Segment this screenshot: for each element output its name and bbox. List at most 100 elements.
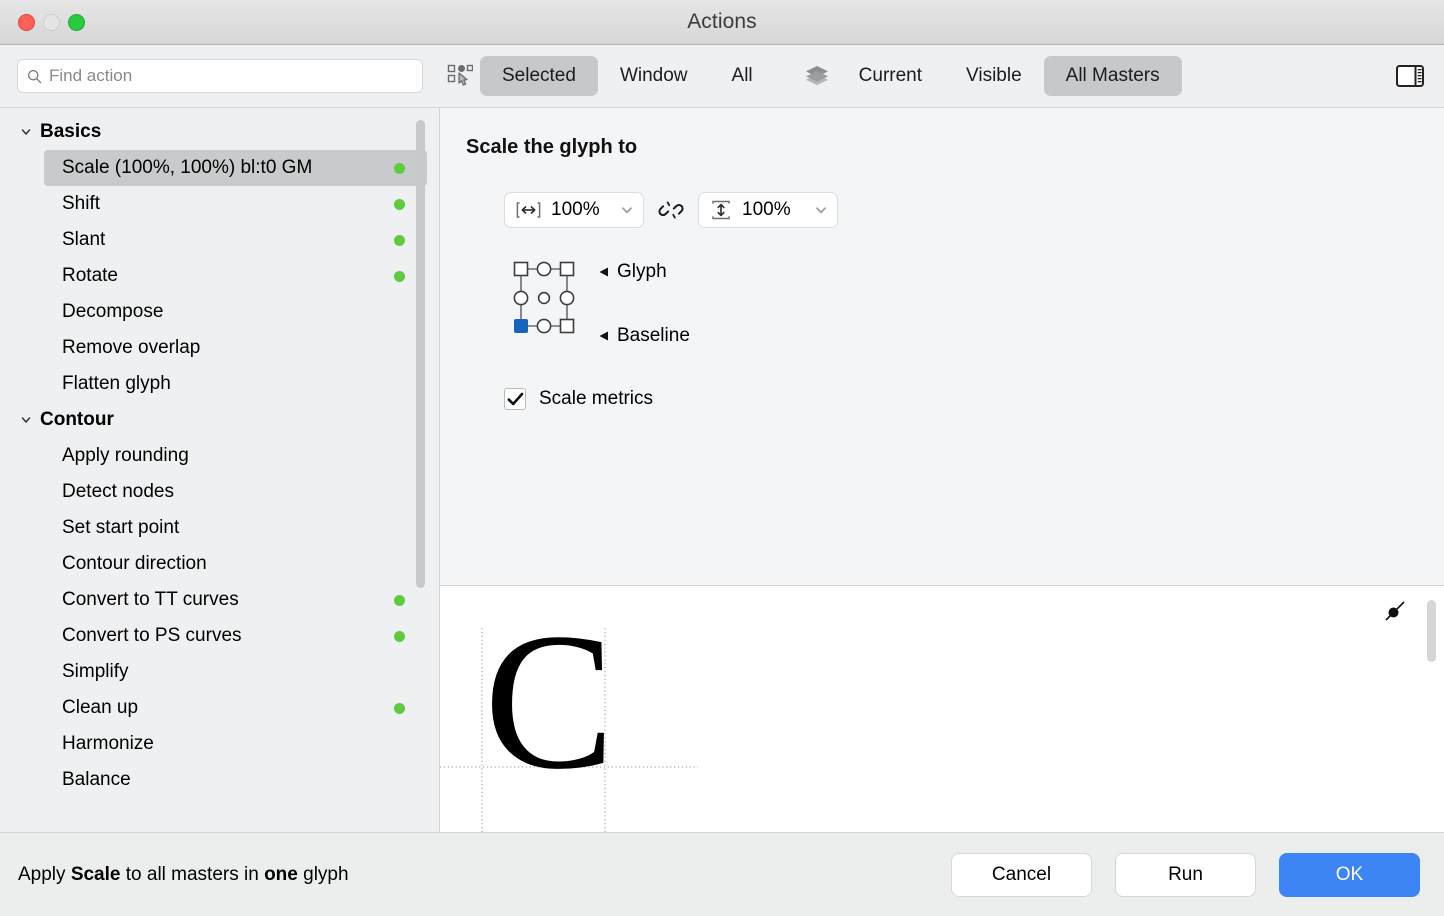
scale-metrics-checkbox[interactable] <box>504 388 526 410</box>
ok-button[interactable]: OK <box>1279 852 1420 897</box>
preview-scrollbar[interactable] <box>1427 600 1436 662</box>
dialog-body: Basics Scale (100%, 100%) bl:t0 GM Shift… <box>0 108 1444 832</box>
action-label: Balance <box>62 769 131 790</box>
footer-count: one <box>264 863 298 885</box>
group-title: Contour <box>40 409 114 430</box>
segment-selected[interactable]: Selected <box>480 56 598 96</box>
layers-icon <box>797 64 837 88</box>
action-label: Convert to TT curves <box>62 589 239 610</box>
maximize-button[interactable] <box>68 13 85 31</box>
action-item-rotate[interactable]: Rotate <box>44 258 427 294</box>
action-label: Slant <box>62 229 106 250</box>
search-input[interactable] <box>49 66 413 86</box>
action-label: Remove overlap <box>62 337 201 358</box>
action-item-detect-nodes[interactable]: Detect nodes <box>44 474 427 510</box>
scale-metrics-row[interactable]: Scale metrics <box>504 388 1444 410</box>
detail-column: Scale the glyph to 100% 100% Glyph Basel… <box>440 108 1444 832</box>
search-box[interactable] <box>17 59 423 93</box>
action-item-set-start-point[interactable]: Set start point <box>44 510 427 546</box>
checkmark-icon <box>506 392 523 405</box>
segment-visible[interactable]: Visible <box>944 56 1044 96</box>
actions-list: Basics Scale (100%, 100%) bl:t0 GM Shift… <box>0 108 439 832</box>
traffic-light-group <box>0 13 85 31</box>
status-dot <box>394 594 405 606</box>
group-header-contour[interactable]: Contour <box>0 402 439 438</box>
scale-width-value: 100% <box>551 199 600 220</box>
action-label: Shift <box>62 193 101 214</box>
status-dot <box>394 702 405 714</box>
chevron-down-icon <box>20 414 32 426</box>
broken-link-icon[interactable] <box>658 198 684 222</box>
anchor-label-baseline: Baseline <box>598 325 690 347</box>
chevron-down-icon[interactable] <box>808 203 828 217</box>
segment-all-masters[interactable]: All Masters <box>1043 56 1182 96</box>
status-dot <box>394 162 405 174</box>
search-icon <box>27 69 42 84</box>
action-item-flatten-glyph[interactable]: Flatten glyph <box>44 366 427 402</box>
close-button[interactable] <box>18 13 35 31</box>
select-glyphs-icon <box>440 64 480 88</box>
group-header-basics[interactable]: Basics <box>0 114 439 150</box>
dialog-footer: Apply Scale to all masters in one glyph … <box>0 832 1444 916</box>
status-dot <box>394 234 405 246</box>
sidebar-scrollbar[interactable] <box>416 120 425 588</box>
action-item-remove-overlap[interactable]: Remove overlap <box>44 330 427 366</box>
left-triangle-icon <box>599 331 608 341</box>
masters-segmented-control: Current Visible All Masters <box>837 56 1182 96</box>
anchor-point-area: Glyph Baseline <box>504 256 844 356</box>
action-item-decompose[interactable]: Decompose <box>44 294 427 330</box>
action-item-scale[interactable]: Scale (100%, 100%) bl:t0 GM <box>44 150 427 186</box>
anchor-point-grid[interactable] <box>504 256 584 343</box>
action-item-clean-up[interactable]: Clean up <box>44 690 427 726</box>
action-item-convert-to-tt-curves[interactable]: Convert to TT curves <box>44 582 427 618</box>
horizontal-size-icon <box>516 201 541 219</box>
action-item-apply-rounding[interactable]: Apply rounding <box>44 438 427 474</box>
search-area <box>0 59 440 93</box>
sidebar-toggle-icon[interactable] <box>1388 65 1432 87</box>
anchor-label-glyph: Glyph <box>598 261 667 283</box>
action-item-balance[interactable]: Balance <box>44 762 427 798</box>
glyph-preview[interactable]: C <box>440 586 1444 832</box>
scope-segmented-control: Selected Window All <box>480 56 775 96</box>
segment-window[interactable]: Window <box>598 56 710 96</box>
scale-height-field[interactable]: 100% <box>698 192 838 228</box>
window-title: Actions <box>687 10 757 33</box>
action-label: Simplify <box>62 661 129 682</box>
action-label: Apply rounding <box>62 445 189 466</box>
action-label: Flatten glyph <box>62 373 171 394</box>
scale-fields-row: 100% 100% <box>504 192 1444 228</box>
options-panel: Scale the glyph to 100% 100% Glyph Basel… <box>440 108 1444 586</box>
action-label: Rotate <box>62 265 118 286</box>
action-item-convert-to-ps-curves[interactable]: Convert to PS curves <box>44 618 427 654</box>
action-label: Clean up <box>62 697 139 718</box>
action-item-simplify[interactable]: Simplify <box>44 654 427 690</box>
status-dot <box>394 630 405 642</box>
vertical-size-icon <box>710 200 732 220</box>
toolbar: Selected Window All Current Visible All … <box>0 45 1444 108</box>
status-dot <box>394 270 405 282</box>
action-item-slant[interactable]: Slant <box>44 222 427 258</box>
action-item-contour-direction[interactable]: Contour direction <box>44 546 427 582</box>
actions-sidebar: Basics Scale (100%, 100%) bl:t0 GM Shift… <box>0 108 440 832</box>
footer-middle: to all masters in <box>120 863 265 885</box>
action-item-harmonize[interactable]: Harmonize <box>44 726 427 762</box>
toolbar-segments: Selected Window All Current Visible All … <box>440 45 1444 107</box>
action-label: Set start point <box>62 517 180 538</box>
action-label: Convert to PS curves <box>62 625 242 646</box>
segment-all[interactable]: All <box>710 56 775 96</box>
footer-prefix: Apply <box>18 863 71 885</box>
minimize-button[interactable] <box>43 13 60 31</box>
cancel-button[interactable]: Cancel <box>951 852 1092 897</box>
chevron-down-icon[interactable] <box>614 203 634 217</box>
segment-current[interactable]: Current <box>837 56 944 96</box>
scale-height-value: 100% <box>742 199 791 220</box>
anchor-baseline-text: Baseline <box>617 325 690 346</box>
status-dot <box>394 198 405 210</box>
scale-width-field[interactable]: 100% <box>504 192 644 228</box>
action-item-shift[interactable]: Shift <box>44 186 427 222</box>
run-button[interactable]: Run <box>1115 852 1256 897</box>
footer-suffix: glyph <box>297 863 349 885</box>
bezier-node-icon[interactable] <box>1382 598 1408 624</box>
scale-metrics-label: Scale metrics <box>539 388 654 409</box>
footer-button-group: Cancel Run OK <box>951 852 1420 897</box>
